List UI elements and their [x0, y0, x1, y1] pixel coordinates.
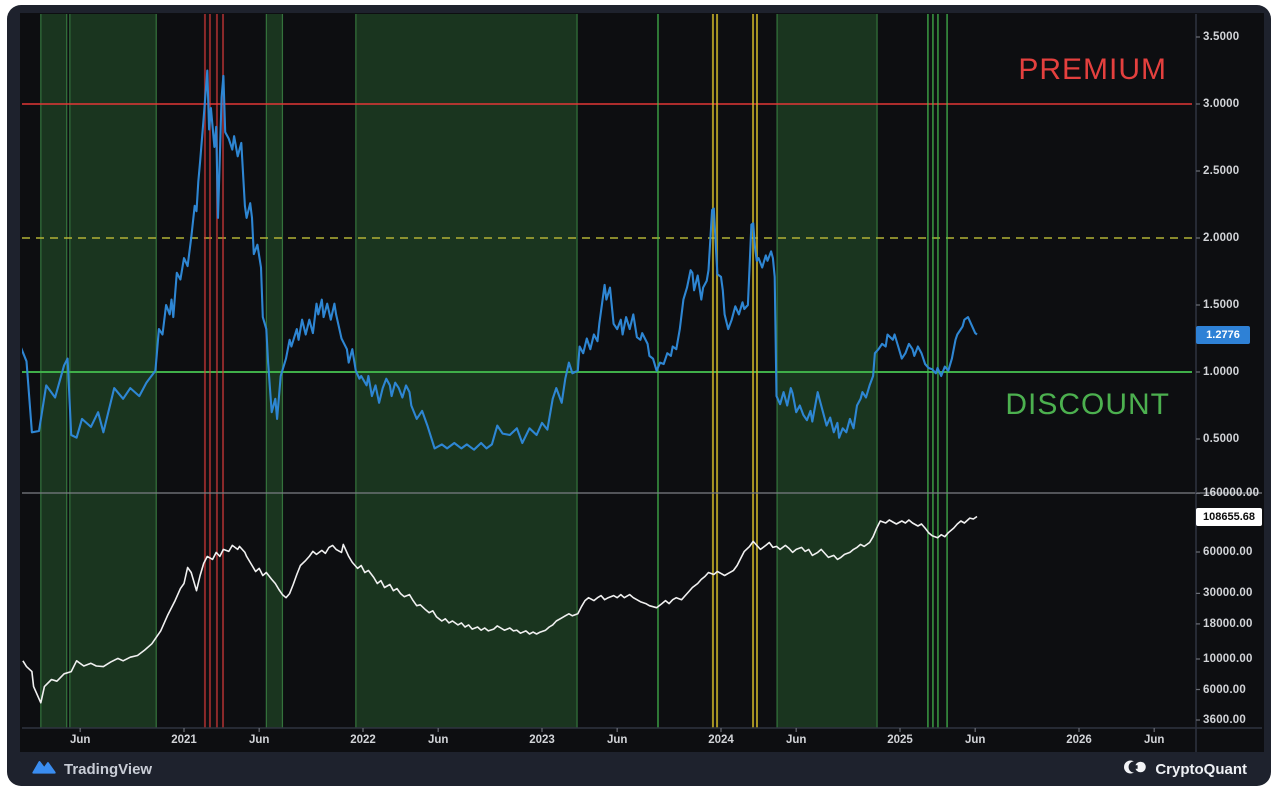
cryptoquant-logo-icon — [1124, 758, 1148, 781]
tradingview-label: TradingView — [64, 761, 152, 778]
footer-bar: TradingView CryptoQuant — [7, 752, 1271, 786]
chart-screenshot: PREMIUM DISCOUNT 3.50003.00002.50002.000… — [0, 0, 1278, 791]
cryptoquant-label: CryptoQuant — [1155, 761, 1247, 778]
tradingview-logo-icon — [31, 757, 57, 781]
plot-svg[interactable] — [0, 0, 1278, 791]
tradingview-link[interactable]: TradingView — [31, 757, 152, 781]
cryptoquant-link[interactable]: CryptoQuant — [1124, 758, 1247, 781]
